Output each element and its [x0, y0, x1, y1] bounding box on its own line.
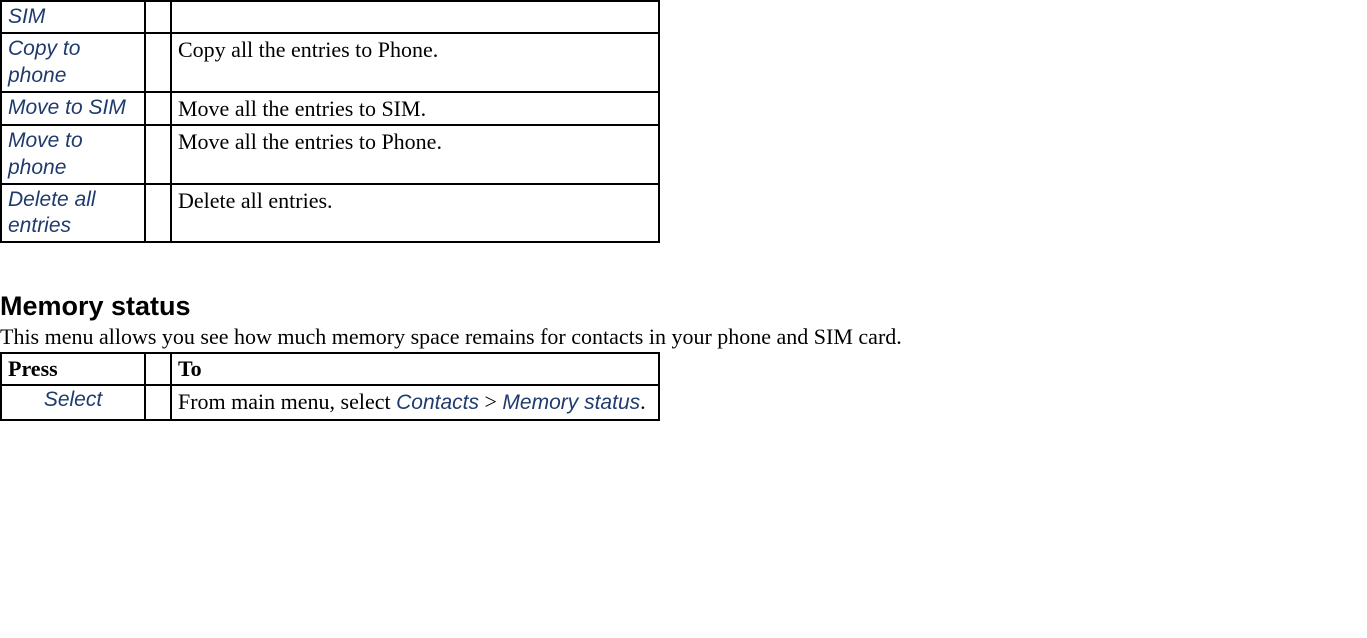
options-table: SIM Copy to phone Copy all the entries t… [0, 0, 660, 243]
header-to: To [171, 353, 659, 385]
section-heading: Memory status [0, 291, 1367, 322]
option-description: Delete all entries. [171, 184, 659, 243]
option-description: Copy all the entries to Phone. [171, 33, 659, 92]
spacer-cell [145, 33, 171, 92]
option-description [171, 1, 659, 33]
action-prefix: From main menu, select [178, 389, 396, 414]
press-key: Select [1, 385, 145, 419]
spacer-cell [145, 92, 171, 126]
spacer-cell [145, 385, 171, 419]
spacer-cell [145, 184, 171, 243]
menu-path-item: Contacts [396, 391, 479, 414]
menu-path-item: Memory status [502, 391, 640, 414]
option-label: SIM [1, 1, 145, 33]
section-paragraph: This menu allows you see how much memory… [0, 324, 1367, 350]
option-label: Copy to phone [1, 33, 145, 92]
option-description: Move all the entries to Phone. [171, 125, 659, 184]
header-press: Press [1, 353, 145, 385]
table-row: Copy to phone Copy all the entries to Ph… [1, 33, 659, 92]
action-suffix: . [640, 389, 646, 414]
option-label: Delete all entries [1, 184, 145, 243]
table-row: Move to phone Move all the entries to Ph… [1, 125, 659, 184]
spacer-cell [145, 353, 171, 385]
path-separator: > [479, 389, 502, 414]
option-label: Move to phone [1, 125, 145, 184]
option-label: Move to SIM [1, 92, 145, 126]
press-action: From main menu, select Contacts > Memory… [171, 385, 659, 419]
table-row: Select From main menu, select Contacts >… [1, 385, 659, 419]
table-row: Move to SIM Move all the entries to SIM. [1, 92, 659, 126]
table-row: Delete all entries Delete all entries. [1, 184, 659, 243]
table-header-row: Press To [1, 353, 659, 385]
press-to-table: Press To Select From main menu, select C… [0, 352, 660, 420]
spacer-cell [145, 125, 171, 184]
table-row: SIM [1, 1, 659, 33]
option-description: Move all the entries to SIM. [171, 92, 659, 126]
spacer-cell [145, 1, 171, 33]
